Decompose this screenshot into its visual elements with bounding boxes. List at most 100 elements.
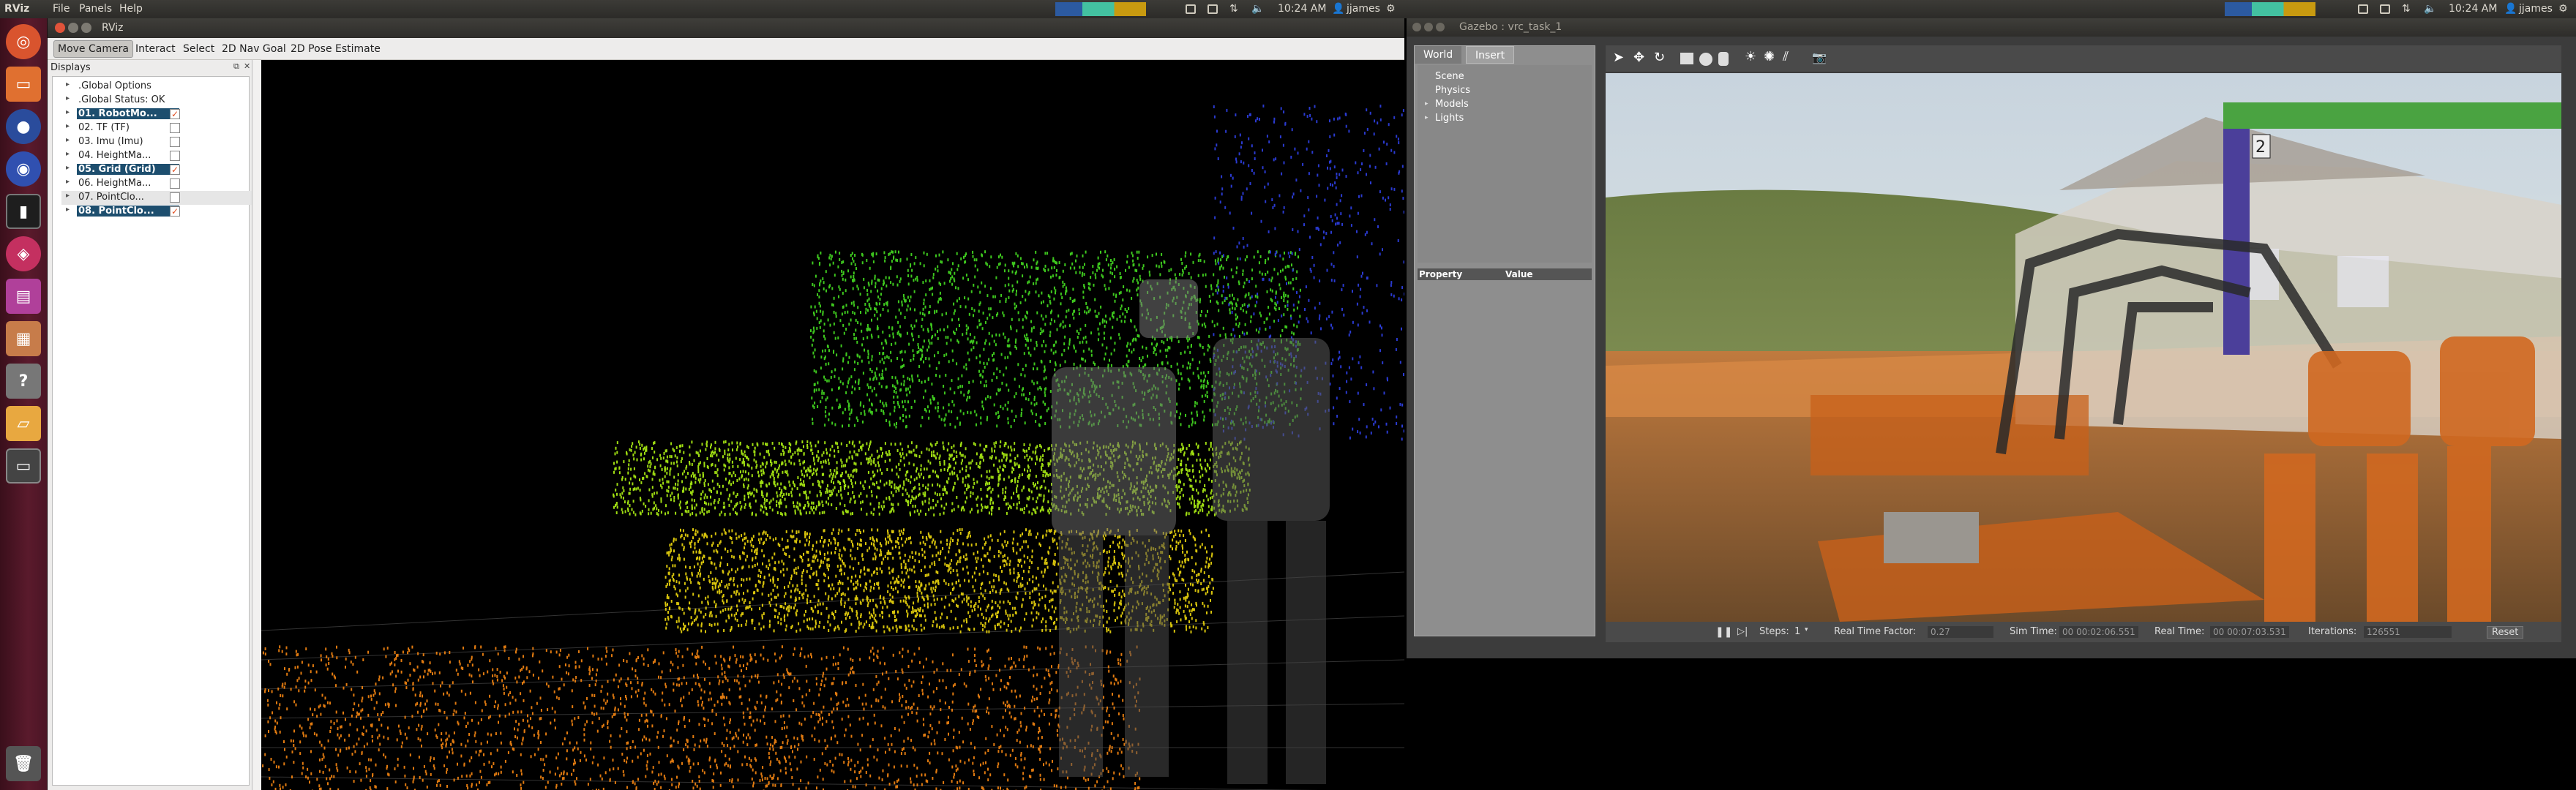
menu-file[interactable]: File: [53, 3, 70, 15]
rviz-3d-viewport[interactable]: [261, 60, 1404, 790]
cylinder-icon[interactable]: [1718, 52, 1729, 66]
reset-button[interactable]: Reset: [2487, 626, 2524, 639]
display-checkbox[interactable]: ✓: [170, 109, 180, 119]
display-checkbox[interactable]: [170, 178, 180, 189]
gear-icon-right[interactable]: ⚙: [2558, 3, 2568, 15]
files-icon[interactable]: ▭: [6, 67, 41, 102]
tool-select[interactable]: Select: [183, 43, 214, 55]
display-row[interactable]: ▸ 06. HeightMa...: [61, 177, 252, 191]
tool-move-camera[interactable]: Move Camera: [53, 40, 133, 58]
gazebo-icon[interactable]: ▱: [6, 406, 41, 441]
sphere-icon[interactable]: [1699, 53, 1712, 66]
close-panel-icon[interactable]: ✕: [244, 61, 250, 71]
expand-arrow-icon[interactable]: ▸: [66, 122, 70, 130]
trash-icon[interactable]: 🗑: [6, 746, 41, 781]
steps-spinner-icon[interactable]: ▾: [1805, 626, 1808, 633]
screenshot-icon[interactable]: 📷: [1812, 50, 1827, 64]
rotate-icon[interactable]: ↻: [1654, 50, 1665, 65]
translate-icon[interactable]: ✥: [1633, 50, 1644, 65]
gz-close-icon[interactable]: [1412, 23, 1421, 31]
network-icon-right[interactable]: ⇅: [2402, 3, 2411, 15]
gz-3d-viewport[interactable]: 2: [1606, 73, 2561, 622]
tool-interact[interactable]: Interact: [135, 43, 176, 55]
presentation-icon[interactable]: ▤: [6, 279, 41, 314]
display-row[interactable]: ▸ 03. Imu (Imu): [61, 135, 252, 149]
rviz-icon[interactable]: ▭: [6, 448, 41, 484]
help-icon[interactable]: ?: [6, 364, 41, 399]
expand-arrow-icon[interactable]: ▸: [66, 150, 70, 158]
expand-arrow-icon[interactable]: ▸: [66, 80, 70, 89]
menu-help[interactable]: Help: [119, 3, 143, 15]
maximize-icon[interactable]: [81, 23, 91, 33]
tool-nav-goal[interactable]: 2D Nav Goal: [222, 43, 286, 55]
steps-value[interactable]: 1: [1794, 626, 1800, 637]
user-name-left[interactable]: jjames: [1347, 3, 1380, 15]
gz-maximize-icon[interactable]: [1436, 23, 1445, 31]
app-icon[interactable]: ◈: [6, 236, 41, 271]
terminal-icon[interactable]: ▮: [6, 194, 41, 229]
user-icon-left[interactable]: 👤: [1332, 3, 1344, 15]
expand-arrow-icon[interactable]: ▸: [66, 94, 70, 102]
spot-light-icon[interactable]: ✺: [1764, 49, 1775, 64]
tree-physics[interactable]: Physics: [1435, 85, 1470, 96]
display-checkbox[interactable]: ✓: [170, 165, 180, 175]
lights-expand-icon[interactable]: ▸: [1425, 114, 1429, 121]
keyboard-icon-right[interactable]: [2358, 4, 2368, 14]
display-row[interactable]: ▸ 05. Grid (Grid) ✓: [61, 163, 252, 177]
tree-models[interactable]: Models: [1435, 99, 1469, 110]
pause-icon[interactable]: ❚❚: [1715, 626, 1732, 638]
expand-arrow-icon[interactable]: ▸: [66, 192, 70, 200]
display-row[interactable]: ▸ 01. RobotMo... ✓: [61, 108, 252, 121]
clock-left[interactable]: 10:24 AM: [1278, 3, 1326, 15]
expand-arrow-icon[interactable]: ▸: [66, 178, 70, 186]
tab-insert[interactable]: Insert: [1466, 46, 1515, 64]
keyboard-icon[interactable]: [1186, 4, 1196, 14]
volume-icon[interactable]: 🔈: [1251, 3, 1264, 15]
user-name-right[interactable]: jjames: [2519, 3, 2553, 15]
display-row[interactable]: ▸ 07. PointClo...: [61, 191, 252, 205]
user-icon-right[interactable]: 👤: [2504, 3, 2517, 15]
display-row[interactable]: ▸ .Global Options: [61, 80, 252, 94]
float-icon[interactable]: ⧉: [233, 61, 239, 72]
display-checkbox[interactable]: [170, 137, 180, 147]
tab-world[interactable]: World: [1415, 46, 1462, 64]
mail-icon[interactable]: [1208, 4, 1218, 14]
menu-panels[interactable]: Panels: [79, 3, 112, 15]
gear-icon-left[interactable]: ⚙: [1386, 3, 1396, 15]
box-icon[interactable]: [1680, 53, 1693, 64]
tree-scene[interactable]: Scene: [1435, 71, 1464, 82]
mail-icon-right[interactable]: [2380, 4, 2390, 14]
expand-arrow-icon[interactable]: ▸: [66, 108, 70, 116]
gz-minimize-icon[interactable]: [1424, 23, 1433, 31]
tool-pose-estimate[interactable]: 2D Pose Estimate: [291, 43, 381, 55]
display-row[interactable]: ▸ 04. HeightMa...: [61, 149, 252, 163]
volume-icon-right[interactable]: 🔈: [2424, 3, 2436, 15]
dash-home-icon[interactable]: ◎: [6, 24, 41, 59]
display-checkbox[interactable]: [170, 123, 180, 133]
system-monitor-right[interactable]: [2225, 2, 2315, 16]
expand-arrow-icon[interactable]: ▸: [66, 136, 70, 144]
directional-light-icon[interactable]: ⫽: [1783, 49, 1789, 64]
clock-right[interactable]: 10:24 AM: [2449, 3, 2497, 15]
point-light-icon[interactable]: ☀: [1745, 49, 1756, 64]
step-icon[interactable]: ▷|: [1737, 626, 1748, 637]
display-row[interactable]: ▸ 08. PointClo... ✓: [61, 205, 252, 219]
models-expand-icon[interactable]: ▸: [1425, 100, 1429, 108]
close-icon[interactable]: [55, 23, 65, 33]
expand-arrow-icon[interactable]: ▸: [66, 206, 70, 214]
minimize-icon[interactable]: [68, 23, 78, 33]
expand-arrow-icon[interactable]: ▸: [66, 164, 70, 172]
firefox-icon[interactable]: ●: [6, 109, 41, 144]
display-checkbox[interactable]: ✓: [170, 206, 180, 217]
tree-lights[interactable]: Lights: [1435, 113, 1464, 124]
rviz-window: RViz Move Camera Interact Select 2D Nav …: [48, 18, 1404, 790]
browser-icon[interactable]: ◉: [6, 151, 41, 187]
display-checkbox[interactable]: [170, 151, 180, 161]
system-monitor-left[interactable]: [1055, 2, 1146, 16]
arrow-icon[interactable]: ➤: [1613, 50, 1624, 65]
display-row[interactable]: ▸ .Global Status: OK: [61, 94, 252, 108]
display-row[interactable]: ▸ 02. TF (TF): [61, 121, 252, 135]
display-checkbox[interactable]: [170, 192, 180, 203]
network-icon[interactable]: ⇅: [1229, 3, 1238, 15]
software-center-icon[interactable]: ▦: [6, 321, 41, 356]
